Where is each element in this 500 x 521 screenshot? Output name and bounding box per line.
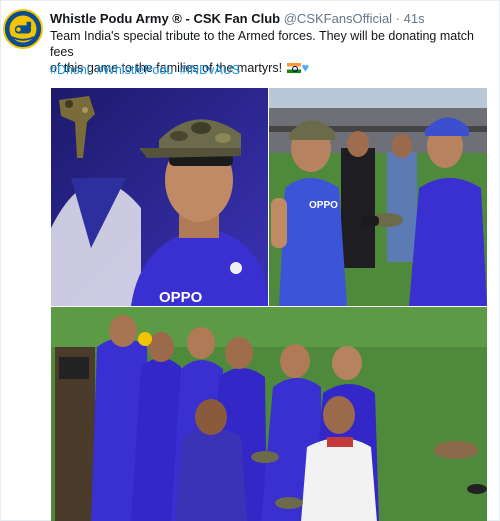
photo-2-image: OPPO <box>269 88 487 306</box>
hashtag-indvaus[interactable]: #INDvAUS <box>180 63 240 77</box>
separator-dot: · <box>395 11 401 26</box>
profile-avatar[interactable] <box>3 9 43 49</box>
tweet-timestamp[interactable]: 41s <box>404 11 425 26</box>
india-flag-icon <box>286 63 301 73</box>
blue-heart-icon: ♥ <box>301 60 310 75</box>
tweet-card: Whistle Podu Army ® - CSK Fan Club @CSKF… <box>0 0 500 521</box>
jersey-sponsor-text-2: OPPO <box>309 200 338 211</box>
tweet-text-line-1: Team India's special tribute to the Arme… <box>50 29 474 59</box>
jersey-sponsor-text: OPPO <box>159 289 203 306</box>
tweet-media-grid: OPPO OPPO <box>50 88 488 521</box>
tweet-header: Whistle Podu Army ® - CSK Fan Club @CSKF… <box>50 10 425 27</box>
photo-team-group[interactable] <box>51 307 487 521</box>
photo-player-camo-cap[interactable]: OPPO <box>51 88 268 306</box>
hashtag-dhoni[interactable]: #Dhoni <box>50 63 90 77</box>
account-handle[interactable]: @CSKFansOfficial <box>284 11 392 26</box>
photo-3-image <box>51 307 487 521</box>
photo-1-image: OPPO <box>51 88 268 306</box>
hashtag-whistlepodu[interactable]: #WhistlePodu <box>96 63 173 77</box>
hashtag-list: #Dhoni #WhistlePodu #INDvAUS <box>50 62 243 78</box>
csk-whistle-logo-icon <box>5 11 41 47</box>
account-name[interactable]: Whistle Podu Army ® - CSK Fan Club <box>50 11 280 26</box>
photo-cap-presentation[interactable]: OPPO <box>269 88 487 306</box>
